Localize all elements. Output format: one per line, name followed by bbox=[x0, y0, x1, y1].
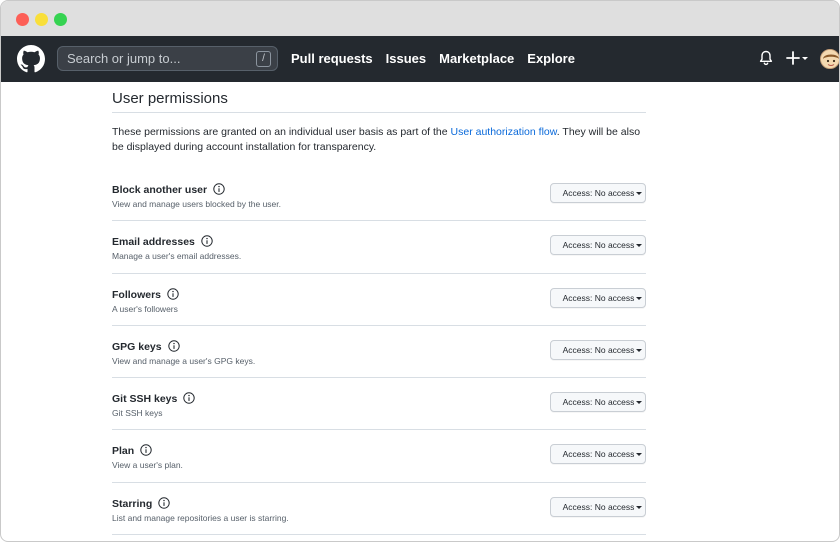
nav-marketplace[interactable]: Marketplace bbox=[439, 51, 514, 66]
permission-name: Followers bbox=[112, 288, 162, 301]
info-icon[interactable] bbox=[140, 444, 152, 457]
permission-row-plan: Plan View a user's plan. Access: No acce… bbox=[112, 430, 646, 483]
access-dropdown[interactable]: Access: No access bbox=[550, 444, 646, 465]
caret-down-icon bbox=[636, 296, 643, 300]
window-titlebar bbox=[1, 1, 839, 36]
permission-description: View a user's plan. bbox=[112, 460, 183, 471]
close-window-button[interactable] bbox=[16, 13, 29, 26]
info-icon[interactable] bbox=[167, 287, 179, 300]
access-dropdown[interactable]: Access: No access bbox=[550, 235, 646, 256]
access-label: Access: No access bbox=[562, 292, 635, 303]
info-icon[interactable] bbox=[158, 497, 170, 509]
search-placeholder: Search or jump to... bbox=[67, 51, 181, 66]
access-dropdown[interactable]: Access: No access bbox=[550, 339, 646, 360]
permission-description: View and manage users blocked by the use… bbox=[112, 199, 282, 209]
permission-name: Email addresses bbox=[112, 236, 195, 249]
caret-down-icon bbox=[636, 192, 643, 195]
permission-name: Starring bbox=[112, 497, 153, 510]
nav-issues[interactable]: Issues bbox=[386, 51, 426, 66]
permission-row-followers: Followers A user's followers Access: No … bbox=[112, 274, 646, 326]
caret-down-icon bbox=[636, 244, 643, 248]
user-authorization-flow-link[interactable]: User authorization flow bbox=[451, 126, 557, 138]
search-shortcut-key: / bbox=[256, 51, 271, 67]
caret-down-icon bbox=[636, 348, 643, 352]
global-nav: Pull requests Issues Marketplace Explore bbox=[291, 51, 588, 66]
github-header: Search or jump to... / Pull requests Iss… bbox=[1, 36, 839, 82]
access-label: Access: No access bbox=[562, 344, 635, 355]
permission-row-gpg-keys: GPG keys View and manage a user's GPG ke… bbox=[112, 326, 646, 379]
caret-down-icon bbox=[636, 453, 643, 457]
chevron-down-icon bbox=[802, 57, 808, 60]
permission-row-email-addresses: Email addresses Manage a user's email ad… bbox=[112, 221, 646, 274]
info-icon[interactable] bbox=[213, 183, 225, 195]
permission-name: Plan bbox=[112, 445, 135, 458]
nav-explore[interactable]: Explore bbox=[527, 51, 575, 66]
access-dropdown[interactable]: Access: No access bbox=[550, 392, 646, 413]
page-title: User permissions bbox=[112, 82, 646, 113]
permission-name: Git SSH keys bbox=[112, 393, 178, 406]
avatar-image bbox=[821, 50, 839, 68]
permission-description: List and manage repositories a user is s… bbox=[112, 512, 289, 523]
access-dropdown[interactable]: Access: No access bbox=[550, 287, 646, 308]
permission-description: Git SSH keys bbox=[112, 408, 163, 419]
permission-description: A user's followers bbox=[112, 303, 178, 314]
user-permissions-section: User permissions These permissions are g… bbox=[112, 82, 646, 536]
access-label: Access: No access bbox=[562, 501, 635, 512]
permission-name: Block another user bbox=[112, 184, 208, 196]
info-icon[interactable] bbox=[183, 392, 196, 404]
permission-row-git-ssh-keys: Git SSH keys Git SSH keys Access: No acc… bbox=[112, 378, 646, 431]
intro-text: These permissions are granted on an indi… bbox=[112, 125, 646, 155]
avatar[interactable] bbox=[820, 49, 839, 69]
permission-description: View and manage a user's GPG keys. bbox=[112, 355, 256, 366]
permission-list: Block another user View and manage users… bbox=[112, 169, 646, 536]
browser-window: Search or jump to... / Pull requests Iss… bbox=[0, 0, 840, 542]
github-mark-icon[interactable] bbox=[17, 45, 45, 73]
permission-row-starring: Starring List and manage repositories a … bbox=[112, 483, 646, 536]
access-label: Access: No access bbox=[562, 449, 635, 460]
permission-description: Manage a user's email addresses. bbox=[112, 251, 242, 262]
permission-name: GPG keys bbox=[112, 340, 162, 353]
access-label: Access: No access bbox=[562, 188, 635, 198]
access-label: Access: No access bbox=[562, 397, 635, 408]
access-dropdown[interactable]: Access: No access bbox=[550, 496, 646, 517]
permission-row-block-another-user: Block another user View and manage users… bbox=[112, 169, 646, 222]
bell-icon[interactable] bbox=[759, 50, 773, 66]
nav-pull-requests[interactable]: Pull requests bbox=[291, 51, 373, 66]
intro-text-start: These permissions are granted on an indi… bbox=[112, 126, 451, 138]
info-icon[interactable] bbox=[201, 235, 213, 247]
access-dropdown[interactable]: Access: No access bbox=[550, 183, 646, 203]
search-input[interactable]: Search or jump to... / bbox=[57, 46, 278, 71]
access-label: Access: No access bbox=[562, 240, 635, 251]
caret-down-icon bbox=[636, 505, 643, 509]
info-icon[interactable] bbox=[167, 340, 180, 352]
maximize-window-button[interactable] bbox=[54, 13, 67, 26]
minimize-window-button[interactable] bbox=[35, 13, 48, 26]
plus-icon[interactable] bbox=[786, 49, 810, 67]
caret-down-icon bbox=[636, 401, 643, 405]
